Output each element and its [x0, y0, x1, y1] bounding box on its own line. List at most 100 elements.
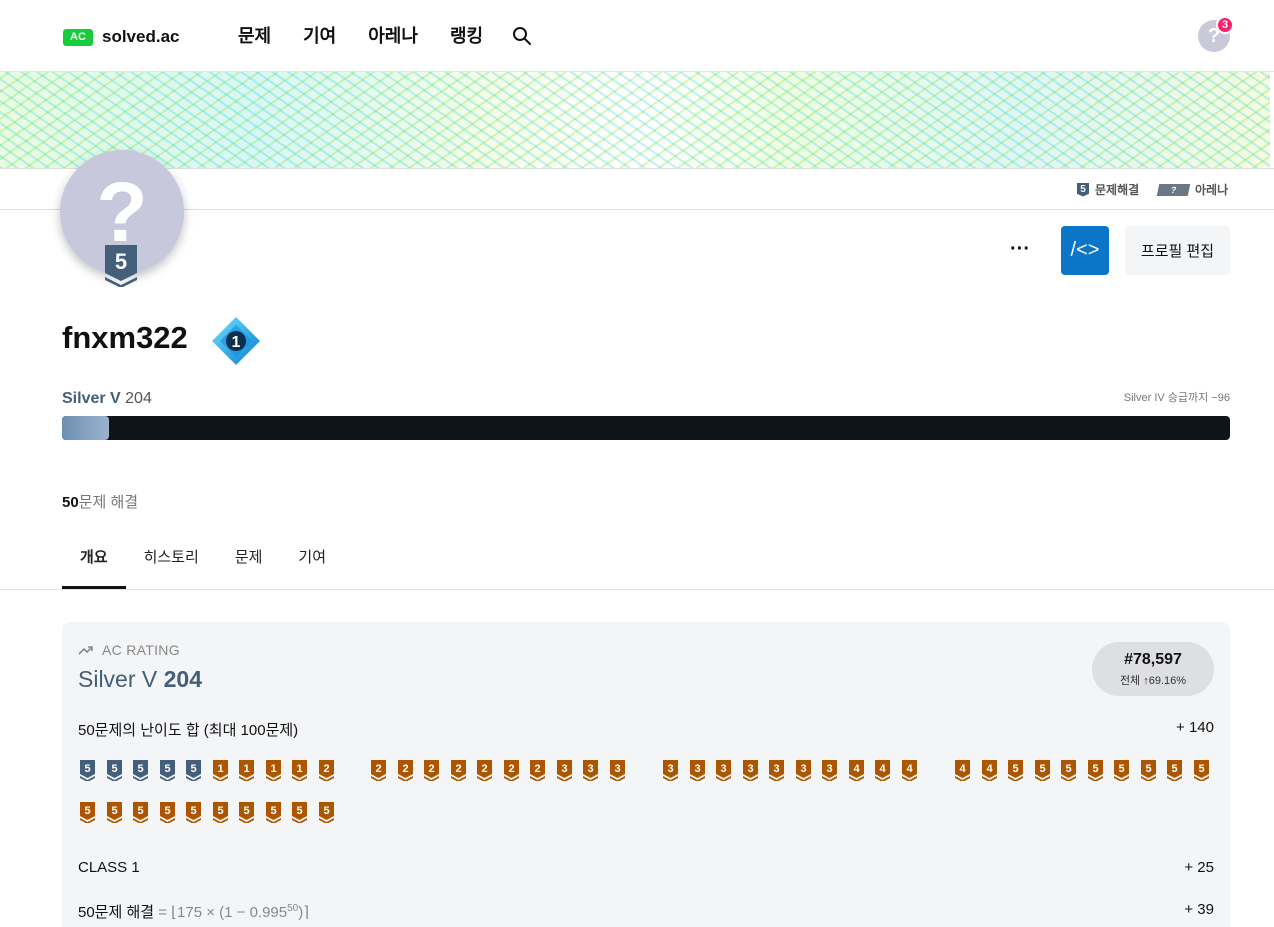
tier-icon-grid: 5 5 5 5 5 1 1 1 1 2 2 2 2 2 2 2 2 3 3 3 3 3 3 3 3 3 3 4 4 4 4 4 5 5 5 5 5 5 5 5…: [80, 760, 1220, 840]
tab-contribute[interactable]: 기여: [280, 540, 344, 589]
svg-text:5: 5: [296, 805, 302, 817]
svg-text:3: 3: [667, 763, 673, 775]
rank-number: #78,597: [1124, 651, 1182, 668]
problem-tier-icon: 3: [716, 760, 731, 781]
arena-tier-link[interactable]: ? 아레나: [1156, 181, 1229, 198]
svg-text:5: 5: [270, 805, 276, 817]
more-options-button[interactable]: ···: [1004, 238, 1036, 262]
arena-tier-icon: ?: [1156, 183, 1191, 196]
class-digit: 1: [232, 334, 241, 351]
tier-name: Silver V: [62, 390, 121, 407]
svg-text:4: 4: [879, 763, 886, 775]
svg-text:5: 5: [111, 805, 117, 817]
solved-tier-link[interactable]: 5 문제해결: [1077, 181, 1139, 198]
rank-percentile: 전체 ↑69.16%: [1119, 675, 1187, 687]
svg-text:5: 5: [1012, 763, 1018, 775]
banner-edge: [1270, 72, 1274, 168]
logo[interactable]: AC solved.ac: [63, 27, 180, 47]
svg-text:2: 2: [481, 763, 487, 775]
svg-text:5: 5: [1171, 763, 1177, 775]
svg-text:5: 5: [1118, 763, 1124, 775]
problem-tier-icon: 3: [689, 760, 705, 781]
top-navbar: AC solved.ac 문제 기여 아레나 랭킹 ? 3: [0, 0, 1274, 72]
problem-tier-icon: 3: [822, 760, 837, 781]
solved-row-left: 50문제 해결 = ⌊175 × (1 − 0.99550)⌉: [78, 901, 309, 922]
main-menu: 문제 기여 아레나 랭킹: [238, 22, 515, 48]
card-header: AC RATING: [78, 642, 180, 658]
svg-text:2: 2: [534, 763, 540, 775]
tabs-divider: [0, 589, 1274, 590]
svg-text:3: 3: [773, 763, 779, 775]
svg-text:3: 3: [826, 763, 832, 775]
notification-badge[interactable]: 3: [1216, 16, 1234, 34]
svg-text:5: 5: [84, 763, 90, 775]
ac-rating-card: AC RATING Silver V 204 #78,597 전체 ↑69.16…: [62, 622, 1230, 927]
problem-tier-icon: 1: [265, 760, 281, 781]
svg-text:1: 1: [296, 763, 302, 775]
username: fnxm322: [62, 320, 188, 355]
problem-tier-icon: 2: [477, 760, 492, 781]
svg-text:3: 3: [720, 763, 726, 775]
class-row: CLASS 1 + 25: [78, 859, 1214, 876]
profile-banner: [0, 72, 1274, 168]
problem-tier-icon: 5: [1193, 760, 1209, 781]
svg-text:5: 5: [164, 805, 170, 817]
svg-text:5: 5: [1092, 763, 1098, 775]
svg-text:5: 5: [1039, 763, 1045, 775]
logo-text: solved.ac: [102, 27, 180, 46]
svg-text:4: 4: [853, 763, 860, 775]
problem-tier-icon: 5: [159, 802, 175, 823]
solved-row-exponent: 50: [287, 903, 299, 914]
problem-tier-icon: 3: [556, 760, 572, 781]
problem-tier-icon: 5: [1114, 760, 1129, 781]
svg-text:5: 5: [1198, 763, 1204, 775]
problem-tier-icon: 5: [1140, 760, 1156, 781]
svg-text:5: 5: [190, 763, 196, 775]
problem-tier-icon: 5: [265, 802, 281, 823]
tab-problems[interactable]: 문제: [217, 540, 281, 589]
problem-tier-icon: 5: [1034, 760, 1050, 781]
problem-tier-icon: 5: [80, 802, 95, 823]
rank-pill[interactable]: #78,597 전체 ↑69.16%: [1092, 642, 1214, 696]
svg-text:5: 5: [111, 763, 117, 775]
svg-text:5: 5: [243, 805, 249, 817]
menu-item-arena[interactable]: 아레나: [368, 22, 418, 48]
class-badge-icon[interactable]: 1: [210, 315, 262, 367]
problem-tier-icon: 3: [795, 760, 811, 781]
svg-text:4: 4: [959, 763, 966, 775]
solved-count-number: 50: [62, 494, 79, 511]
tab-overview[interactable]: 개요: [62, 540, 126, 589]
difficulty-sum-row: 50문제의 난이도 합 (최대 100문제) + 140: [78, 719, 1214, 740]
problem-tier-icon: 5: [106, 760, 122, 781]
svg-text:1: 1: [243, 763, 249, 775]
solved-count: 50문제 해결: [62, 491, 138, 512]
solved-tier-label: 문제해결: [1095, 183, 1140, 197]
rating-progress-fill: [62, 416, 109, 440]
next-tier-hint: Silver IV 승급까지 −96: [1123, 392, 1230, 404]
problem-tier-icon: 4: [848, 760, 864, 781]
solved-row-value: + 39: [1184, 901, 1214, 918]
svg-text:5: 5: [164, 763, 170, 775]
problem-tier-icon: 2: [371, 760, 386, 781]
menu-item-contribute[interactable]: 기여: [303, 22, 336, 48]
problem-tier-icon: 5: [133, 802, 148, 823]
problem-tier-icon: 5: [1061, 760, 1076, 781]
problem-tier-icon: 5: [1087, 760, 1103, 781]
tier-rating-line: Silver V 204: [62, 390, 152, 408]
tab-history[interactable]: 히스토리: [126, 540, 217, 589]
arena-tier-label: 아레나: [1195, 183, 1229, 197]
badge-code-button[interactable]: /<>: [1061, 226, 1109, 275]
problem-tier-icon: 5: [1167, 760, 1182, 781]
solved-row: 50문제 해결 = ⌊175 × (1 − 0.99550)⌉ + 39: [78, 901, 1214, 922]
difficulty-sum-value: + 140: [1176, 719, 1214, 736]
profile-info-bar: 5 문제해결 ? 아레나: [0, 168, 1274, 210]
edit-profile-button[interactable]: 프로필 편집: [1125, 226, 1230, 275]
menu-item-ranking[interactable]: 랭킹: [450, 22, 483, 48]
problem-tier-icon: 3: [609, 760, 625, 781]
problem-tier-icon: 4: [875, 760, 890, 781]
card-title-tier: Silver V: [78, 666, 158, 692]
search-icon[interactable]: [512, 26, 532, 46]
problem-tier-icon: 1: [292, 760, 307, 781]
problem-tier-icon: 2: [424, 760, 439, 781]
menu-item-problems[interactable]: 문제: [238, 22, 271, 48]
